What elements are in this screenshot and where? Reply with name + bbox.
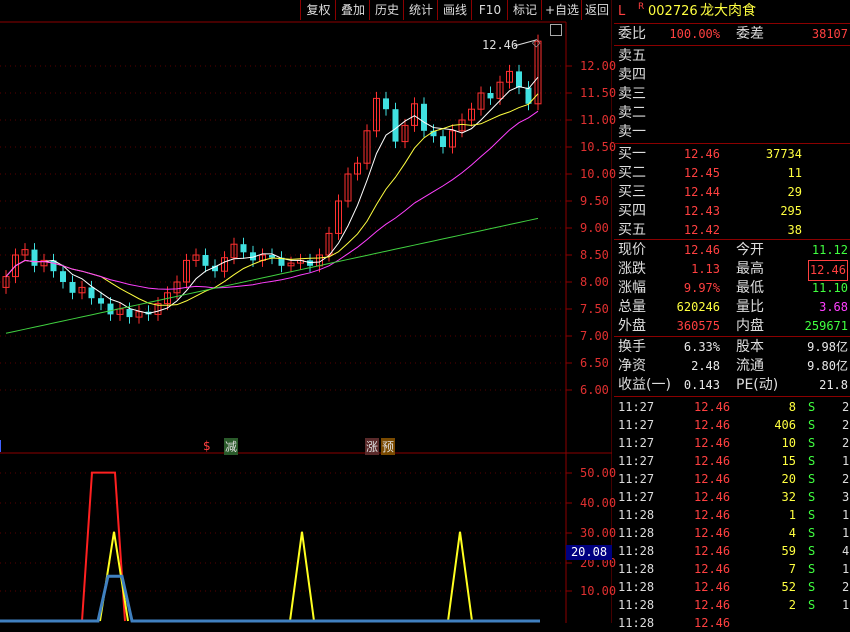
candle-body xyxy=(88,287,95,299)
indicator-tick-label: 10.00 xyxy=(580,584,617,598)
bid-row: 买四 12.43 295 xyxy=(618,203,802,219)
candle-body xyxy=(202,255,209,266)
tick-row: 11:28 12.46 59 S 4 xyxy=(618,544,850,558)
price-tick-label: 10.00 xyxy=(580,167,617,181)
ask-row: 卖一 xyxy=(618,124,646,140)
stock-code: 002726 xyxy=(648,4,698,19)
price-tick-label: 9.50 xyxy=(580,194,609,208)
sell-marker: $ xyxy=(203,439,211,453)
candle-body xyxy=(487,93,494,99)
indicator-tick-label: 50.00 xyxy=(580,466,617,480)
r-flag: R xyxy=(638,2,645,12)
tick-row: 11:27 12.46 10 S 2 xyxy=(618,436,850,450)
candle-body xyxy=(240,244,247,253)
price-tick-label: 6.50 xyxy=(580,356,609,370)
price-tick-label: 8.00 xyxy=(580,275,609,289)
pre-marker: 预 xyxy=(381,438,396,455)
bid-row: 买二 12.45 11 xyxy=(618,165,802,181)
candle-body xyxy=(392,109,399,142)
tick-row: 11:28 12.46 2 S 1 xyxy=(618,598,850,612)
stock-name: 龙大肉食 xyxy=(700,3,756,19)
fundamental-row: 净资 2.48 流通 9.80亿 xyxy=(618,358,848,374)
tick-row: 11:28 12.46 xyxy=(618,616,731,630)
fundamental-row: 收益(一) 0.143 PE(动) 21.8 xyxy=(618,377,848,393)
reduce-marker: 减 xyxy=(224,438,239,455)
price-tick-label: 6.00 xyxy=(580,383,609,397)
ask-row: 卖三 xyxy=(618,86,646,102)
ask-row: 卖五 xyxy=(618,48,646,64)
quote-row: 总量 620246 量比 3.68 xyxy=(618,299,848,315)
high-annotation: 12.46 xyxy=(482,38,519,52)
candle-body xyxy=(516,71,522,88)
candle-body xyxy=(383,98,389,110)
price-tick-label: 7.00 xyxy=(580,329,609,343)
ask-row: 卖二 xyxy=(618,105,646,121)
indicator-yellow-line xyxy=(447,531,473,622)
candle-body xyxy=(126,309,133,318)
bid-row: 买一 12.46 37734 xyxy=(618,146,802,162)
price-tick-label: 7.50 xyxy=(580,302,609,316)
diamond-icon[interactable]: ◇ xyxy=(532,36,540,49)
tick-row: 11:28 12.46 1 S 1 xyxy=(618,508,850,522)
candle-body xyxy=(421,103,427,131)
fundamental-row: 换手 6.33% 股本 9.98亿 xyxy=(618,339,848,355)
bid-row: 买五 12.42 38 xyxy=(618,222,802,238)
indicator-yellow-line xyxy=(289,531,315,622)
tick-row: 11:27 12.46 8 S 2 xyxy=(618,400,850,414)
ask-row: 卖四 xyxy=(618,67,646,83)
ma5-line xyxy=(5,76,539,314)
ratio-row: 委比 100.00% 委差 38107 xyxy=(618,26,848,42)
candle-body xyxy=(69,282,76,293)
tick-row: 11:27 12.46 20 S 2 xyxy=(618,472,850,486)
candle-body xyxy=(98,298,104,304)
tick-row: 11:28 12.46 4 S 1 xyxy=(618,526,850,540)
candle-body xyxy=(307,260,313,266)
quote-row: 涨跌 1.13 最高 12.46 xyxy=(614,260,850,281)
price-tick-label: 10.50 xyxy=(580,140,617,154)
indicator-current-value: 20.08 xyxy=(566,545,612,560)
window-icon[interactable] xyxy=(550,24,562,36)
tick-row: 11:27 12.46 406 S 2 xyxy=(618,418,850,432)
stock-header: L R 002726 龙大肉食 xyxy=(614,2,850,21)
price-tick-label: 12.00 xyxy=(580,59,617,73)
price-tick-label: 8.50 xyxy=(580,248,609,262)
tick-row: 11:28 12.46 7 S 1 xyxy=(618,562,850,576)
quote-panel: L R 002726 龙大肉食 委比 100.00% 委差 38107 卖五 卖… xyxy=(614,0,850,630)
candle-body xyxy=(60,271,66,282)
kline-chart[interactable] xyxy=(0,0,612,623)
ma10-line xyxy=(5,93,539,306)
candle-body xyxy=(107,303,114,315)
quote-row: 现价 12.46 今开 11.12 xyxy=(618,242,848,258)
quote-row: 涨幅 9.97% 最低 11.10 xyxy=(618,280,848,296)
l-flag: L xyxy=(618,4,626,19)
limit-marker: 涨 xyxy=(365,438,380,455)
tick-row: 11:27 12.46 15 S 1 xyxy=(618,454,850,468)
price-tick-label: 9.00 xyxy=(580,221,609,235)
quote-row: 外盘 360575 内盘 259671 xyxy=(618,318,848,334)
ma60-line xyxy=(5,217,539,334)
bid-row: 买三 12.44 29 xyxy=(618,184,802,200)
tick-row: 11:27 12.46 32 S 3 xyxy=(618,490,850,504)
candle-body xyxy=(31,249,38,266)
indicator-blue-line xyxy=(0,574,540,623)
indicator-tick-label: 30.00 xyxy=(580,526,617,540)
candle-body xyxy=(440,136,446,147)
tick-row: 11:28 12.46 52 S 2 xyxy=(618,580,850,594)
indicator-tick-label: 40.00 xyxy=(580,496,617,510)
price-tick-label: 11.50 xyxy=(580,86,617,100)
price-tick-label: 11.00 xyxy=(580,113,617,127)
